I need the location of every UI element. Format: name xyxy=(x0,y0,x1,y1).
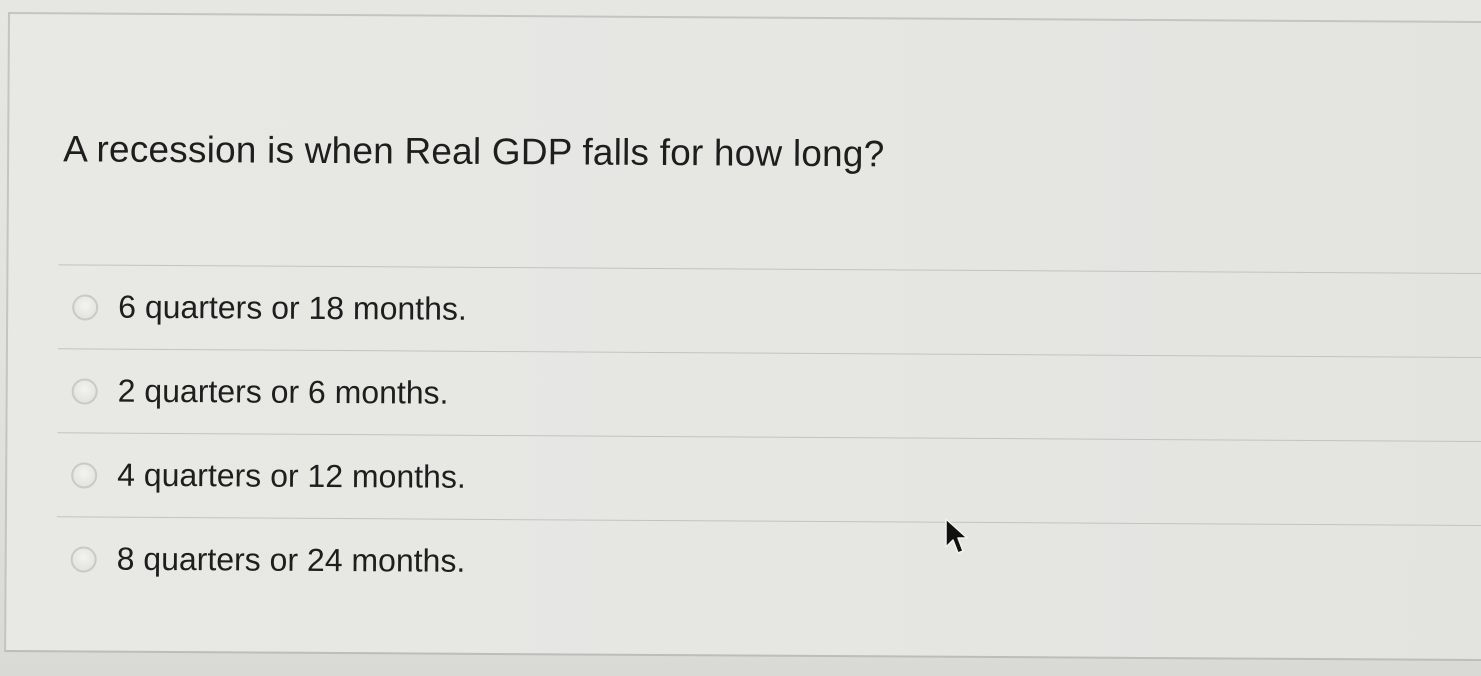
answer-option-2[interactable]: 2 quarters or 6 months. xyxy=(57,348,1481,442)
answer-label: 4 quarters or 12 months. xyxy=(117,456,466,495)
radio-button[interactable] xyxy=(70,545,97,573)
answer-option-4[interactable]: 8 quarters or 24 months. xyxy=(56,516,1481,610)
answer-option-3[interactable]: 4 quarters or 12 months. xyxy=(56,432,1481,526)
answer-label: 6 quarters or 18 months. xyxy=(118,288,467,327)
page: A recession is when Real GDP falls for h… xyxy=(0,0,1481,676)
radio-button[interactable] xyxy=(72,293,99,321)
answer-label: 8 quarters or 24 months. xyxy=(116,540,466,579)
radio-button[interactable] xyxy=(71,461,98,489)
answer-option-1[interactable]: 6 quarters or 18 months. xyxy=(57,264,1481,358)
answer-label: 2 quarters or 6 months. xyxy=(117,372,449,411)
radio-button[interactable] xyxy=(71,377,98,405)
arrow-pointer-icon xyxy=(945,518,968,554)
answer-list: 6 quarters or 18 months. 2 quarters or 6… xyxy=(56,264,1481,610)
question-text: A recession is when Real GDP falls for h… xyxy=(63,128,885,175)
question-card: A recession is when Real GDP falls for h… xyxy=(4,12,1481,662)
